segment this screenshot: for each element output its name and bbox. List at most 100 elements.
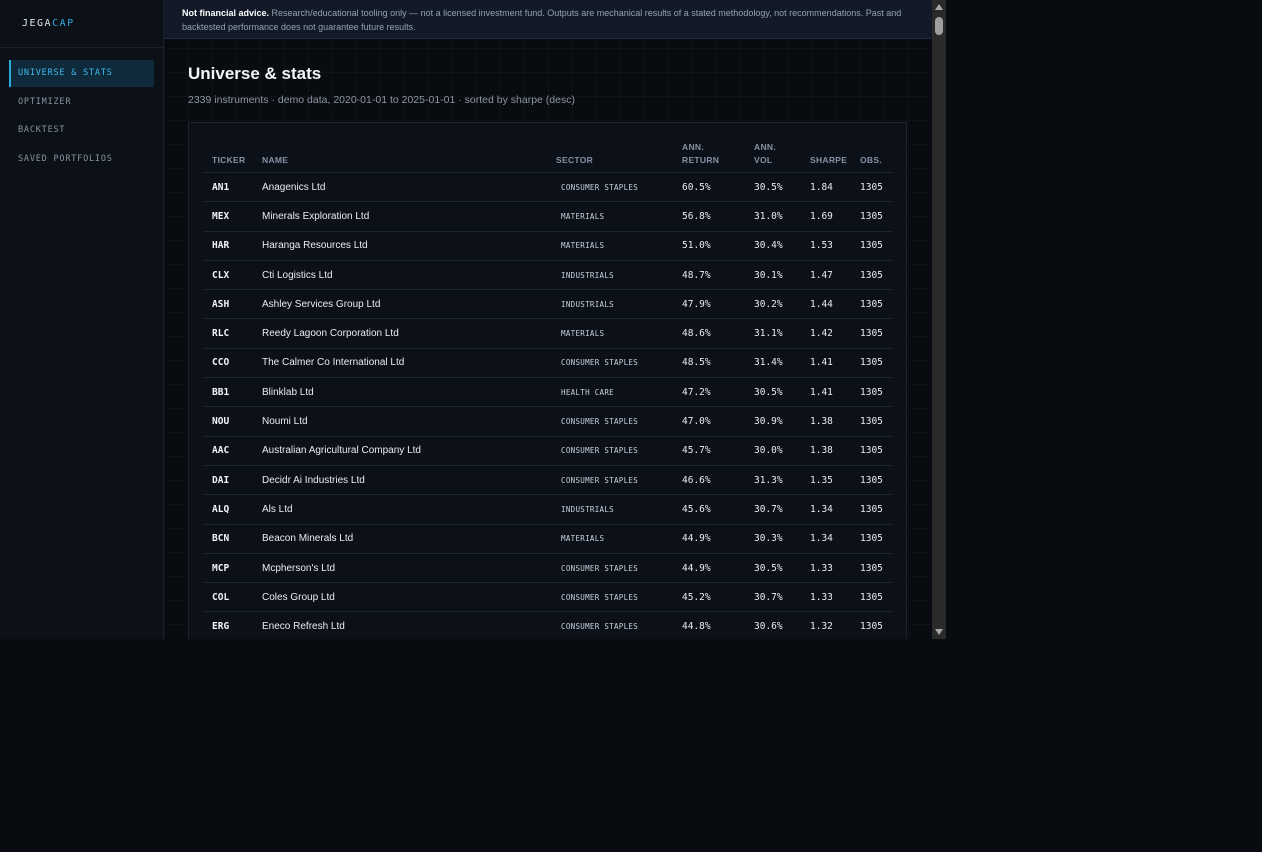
table-row[interactable]: HAR Haranga Resources Ltd MATERIALS 51.0% 30…: [204, 231, 892, 261]
table-row[interactable]: BCN Beacon Minerals Ltd MATERIALS 44.9% 30.3…: [204, 524, 892, 554]
table-row[interactable]: DAI Decidr Ai Industries Ltd CONSUMER STAP…: [204, 465, 892, 496]
cell-obs: 1305: [852, 465, 892, 496]
stats-table-card: TICKER NAME SECTOR ANN. RETURN ANN. VOL SH…: [188, 122, 907, 639]
column-header-ann-return[interactable]: ANN. RETURN: [674, 139, 746, 173]
column-header-obs-label: OBS.: [860, 155, 882, 165]
table-header-row: TICKER NAME SECTOR ANN. RETURN ANN. VOL SH…: [204, 139, 892, 173]
sidebar-item-optimizer[interactable]: OPTIMIZER: [9, 89, 154, 116]
sidebar-item-backtest[interactable]: BACKTEST: [9, 117, 154, 144]
table-row[interactable]: ALQ Als Ltd INDUSTRIALS 45.6% 30.7% 1.34 1305: [204, 494, 892, 525]
column-header-ann-vol[interactable]: ANN. VOL: [746, 139, 802, 173]
table-row[interactable]: COL Coles Group Ltd CONSUMER STAPLES 45.2% 3…: [204, 582, 892, 613]
cell-ticker: CLX: [204, 260, 254, 291]
cell-obs: 1305: [852, 289, 892, 320]
cell-sector: MATERIALS: [548, 231, 674, 261]
table-row[interactable]: NOU Noumi Ltd CONSUMER STAPLES 47.0% 30.9% 1.…: [204, 406, 892, 437]
scroll-down-arrow-icon[interactable]: [932, 625, 946, 639]
cell-ann-return: 48.7%: [674, 260, 746, 291]
sidebar-item-universe-stats[interactable]: UNIVERSE & STATS: [9, 60, 154, 87]
table-row[interactable]: CCO The Calmer Co International Ltd CONSUM…: [204, 348, 892, 379]
main-content: Not financial advice. Research/education…: [164, 0, 932, 639]
scroll-up-arrow-icon[interactable]: [932, 0, 946, 14]
vertical-scrollbar[interactable]: [932, 0, 946, 639]
column-header-ann-return-line2: RETURN: [682, 155, 720, 165]
cell-name: Cti Logistics Ltd: [254, 260, 548, 291]
cell-obs: 1305: [852, 377, 892, 408]
brand-name-part1: JEGA: [22, 18, 53, 29]
cell-ann-return: 51.0%: [674, 231, 746, 261]
brand-logo[interactable]: JEGACAP: [0, 0, 163, 48]
cell-ann-vol: 30.7%: [746, 494, 802, 525]
column-header-name[interactable]: NAME: [254, 139, 548, 173]
cell-ticker: CCO: [204, 348, 254, 379]
cell-obs: 1305: [852, 318, 892, 349]
cell-sharpe: 1.38: [802, 406, 852, 437]
cell-name: Minerals Exploration Ltd: [254, 201, 548, 232]
sidebar-nav: UNIVERSE & STATS OPTIMIZER BACKTEST SAVE…: [0, 48, 163, 173]
cell-sector: HEALTH CARE: [548, 377, 674, 408]
cell-ann-vol: 30.1%: [746, 260, 802, 291]
table-row[interactable]: ASH Ashley Services Group Ltd INDUSTRIALS 4…: [204, 289, 892, 320]
cell-ticker: DAI: [204, 465, 254, 496]
cell-obs: 1305: [852, 348, 892, 379]
cell-ann-return: 48.6%: [674, 318, 746, 349]
column-header-sharpe[interactable]: SHARPE: [802, 139, 852, 173]
column-header-ann-vol-line2: VOL: [754, 155, 773, 165]
cell-obs: 1305: [852, 582, 892, 613]
cell-obs: 1305: [852, 172, 892, 203]
cell-name: Anagenics Ltd: [254, 172, 548, 203]
cell-name: Decidr Ai Industries Ltd: [254, 465, 548, 496]
cell-sector: CONSUMER STAPLES: [548, 465, 674, 496]
column-header-sector[interactable]: SECTOR: [548, 139, 674, 173]
cell-sector: CONSUMER STAPLES: [548, 611, 674, 639]
cell-ann-vol: 30.4%: [746, 231, 802, 261]
cell-ticker: MEX: [204, 201, 254, 232]
cell-sharpe: 1.38: [802, 436, 852, 466]
table-row[interactable]: MEX Minerals Exploration Ltd MATERIALS 56.8…: [204, 201, 892, 232]
column-header-obs[interactable]: OBS.: [852, 139, 892, 173]
cell-obs: 1305: [852, 611, 892, 639]
cell-obs: 1305: [852, 553, 892, 584]
table-row[interactable]: RLC Reedy Lagoon Corporation Ltd MATERIALS…: [204, 318, 892, 349]
cell-sharpe: 1.34: [802, 494, 852, 525]
cell-ticker: AAC: [204, 436, 254, 466]
scrollbar-thumb[interactable]: [935, 17, 943, 35]
column-header-sharpe-label: SHARPE: [810, 155, 848, 165]
cell-ticker: RLC: [204, 318, 254, 349]
disclaimer-heading: Not financial advice.: [182, 8, 270, 18]
cell-obs: 1305: [852, 406, 892, 437]
page-subtitle: 2339 instruments · demo data, 2020-01-01…: [188, 94, 575, 106]
column-header-ticker-label: TICKER: [212, 155, 246, 165]
cell-ann-vol: 30.0%: [746, 436, 802, 466]
cell-ticker: BCN: [204, 524, 254, 554]
table-row[interactable]: MCP Mcpherson's Ltd CONSUMER STAPLES 44.9% 3…: [204, 553, 892, 584]
cell-sharpe: 1.42: [802, 318, 852, 349]
cell-ticker: MCP: [204, 553, 254, 584]
cell-sharpe: 1.41: [802, 377, 852, 408]
cell-ann-return: 46.6%: [674, 465, 746, 496]
table-row[interactable]: AAC Australian Agricultural Company Ltd CO…: [204, 436, 892, 466]
sidebar: JEGACAP UNIVERSE & STATS OPTIMIZER BACKT…: [0, 0, 164, 639]
sidebar-item-saved-portfolios[interactable]: SAVED PORTFOLIOS: [9, 146, 154, 173]
table-row[interactable]: AN1 Anagenics Ltd CONSUMER STAPLES 60.5% 30.…: [204, 172, 892, 203]
cell-ann-return: 60.5%: [674, 172, 746, 203]
cell-ann-return: 45.7%: [674, 436, 746, 466]
cell-ticker: ERG: [204, 611, 254, 639]
cell-ann-vol: 30.5%: [746, 553, 802, 584]
cell-ann-vol: 30.3%: [746, 524, 802, 554]
cell-obs: 1305: [852, 201, 892, 232]
cell-ticker: BB1: [204, 377, 254, 408]
cell-obs: 1305: [852, 436, 892, 466]
cell-name: Als Ltd: [254, 494, 548, 525]
cell-ann-vol: 30.2%: [746, 289, 802, 320]
column-header-ticker[interactable]: TICKER: [204, 139, 254, 173]
disclaimer-banner: Not financial advice. Research/education…: [164, 0, 932, 39]
cell-sector: INDUSTRIALS: [548, 289, 674, 320]
cell-ann-vol: 30.9%: [746, 406, 802, 437]
cell-sharpe: 1.41: [802, 348, 852, 379]
table-row[interactable]: ERG Eneco Refresh Ltd CONSUMER STAPLES 44.8…: [204, 611, 892, 639]
table-row[interactable]: CLX Cti Logistics Ltd INDUSTRIALS 48.7% 30.1…: [204, 260, 892, 291]
cell-name: Reedy Lagoon Corporation Ltd: [254, 318, 548, 349]
cell-ann-vol: 31.3%: [746, 465, 802, 496]
table-row[interactable]: BB1 Blinklab Ltd HEALTH CARE 47.2% 30.5% 1.41…: [204, 377, 892, 408]
